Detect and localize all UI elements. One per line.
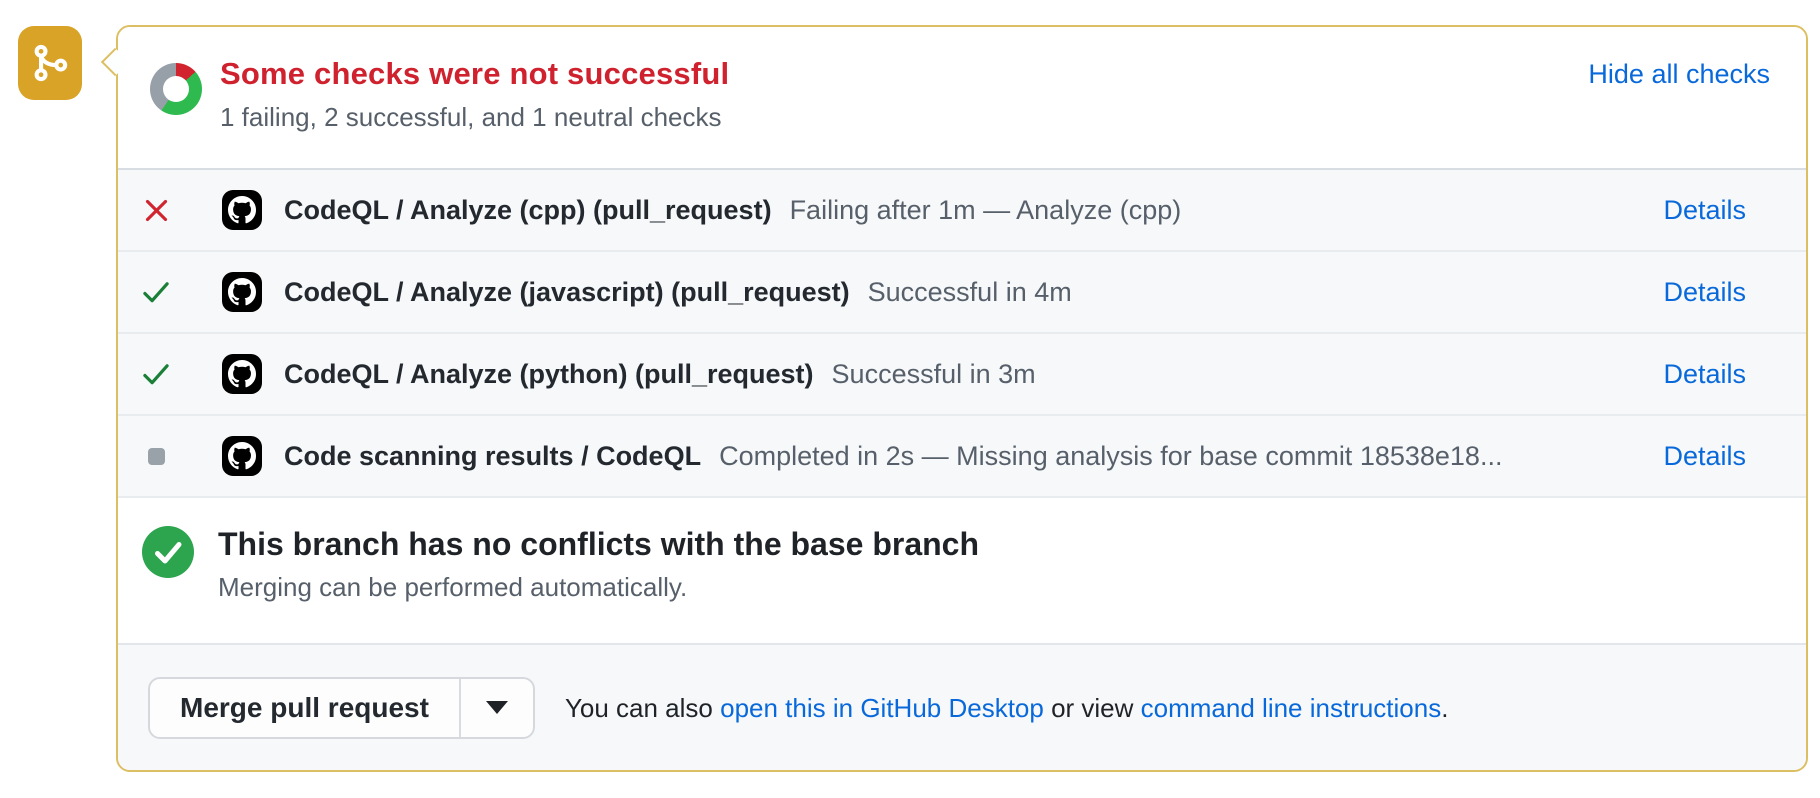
status-success (142, 362, 170, 387)
status-success (142, 280, 170, 305)
check-row-codeql-cpp: CodeQL / Analyze (cpp) (pull_request) Fa… (118, 170, 1806, 252)
merge-button-group: Merge pull request (148, 676, 535, 739)
checks-status-title: Some checks were not successful (220, 56, 730, 91)
alt-suffix-text: . (1441, 692, 1449, 723)
check-details-link[interactable]: Details (1643, 359, 1746, 390)
check-icon (143, 281, 169, 302)
check-name: CodeQL / Analyze (cpp) (pull_request) (284, 194, 772, 225)
check-glyph (155, 542, 182, 564)
x-icon (145, 199, 167, 221)
git-merge-icon (34, 44, 68, 82)
check-details-link[interactable]: Details (1643, 195, 1746, 226)
check-name: CodeQL / Analyze (javascript) (pull_requ… (284, 276, 850, 307)
checks-status-summary: 1 failing, 2 successful, and 1 neutral c… (220, 102, 722, 132)
caret-down-icon (485, 701, 508, 714)
check-name: CodeQL / Analyze (python) (pull_request) (284, 358, 814, 389)
status-neutral (142, 447, 170, 465)
check-description: Completed in 2s — Missing analysis for b… (719, 440, 1503, 471)
alt-middle-text: or view (1043, 692, 1141, 723)
checks-donut (150, 63, 202, 115)
checks-header-text: Some checks were not successful 1 failin… (220, 56, 730, 133)
check-row-codeql-python: CodeQL / Analyze (python) (pull_request)… (118, 334, 1806, 416)
merge-status-subtitle: Merging can be performed automatically. (218, 572, 688, 602)
check-details-link[interactable]: Details (1643, 441, 1746, 472)
github-octocat-icon (228, 196, 256, 224)
merge-action-bar: Merge pull request You can also open thi… (118, 645, 1806, 770)
checks-list: CodeQL / Analyze (cpp) (pull_request) Fa… (118, 170, 1806, 498)
github-desktop-link[interactable]: open this in GitHub Desktop (720, 693, 1044, 723)
github-octocat-icon (228, 360, 256, 388)
github-actions-avatar (222, 272, 262, 312)
check-name: Code scanning results / CodeQL (284, 440, 702, 471)
check-details-link[interactable]: Details (1643, 277, 1746, 308)
check-icon (143, 363, 169, 384)
check-row-codeql-javascript: CodeQL / Analyze (javascript) (pull_requ… (118, 252, 1806, 334)
square-fill-icon (147, 447, 165, 465)
merge-timeline-badge (18, 26, 82, 100)
check-description: Failing after 1m — Analyze (cpp) (789, 194, 1182, 225)
merge-status-title: This branch has no conflicts with the ba… (218, 526, 980, 562)
github-actions-avatar (222, 190, 262, 230)
check-circle-icon (142, 526, 194, 578)
merge-alternatives-text: You can also open this in GitHub Desktop… (565, 692, 1449, 724)
merge-options-dropdown-button[interactable] (461, 679, 533, 737)
check-row-code-scanning: Code scanning results / CodeQL Completed… (118, 416, 1806, 498)
status-failing (142, 197, 170, 224)
merge-box: Some checks were not successful 1 failin… (116, 25, 1808, 772)
alt-prefix-text: You can also (564, 692, 721, 723)
merge-status-section: This branch has no conflicts with the ba… (118, 498, 1806, 645)
merge-pull-request-button[interactable]: Merge pull request (150, 678, 461, 737)
check-description: Successful in 4m (867, 276, 1072, 307)
github-octocat-icon (228, 442, 256, 470)
checks-header: Some checks were not successful 1 failin… (118, 27, 1806, 170)
command-line-instructions-link[interactable]: command line instructions (1141, 693, 1442, 723)
github-actions-avatar (222, 354, 262, 394)
hide-all-checks-link[interactable]: Hide all checks (1588, 57, 1770, 91)
github-octocat-icon (228, 278, 256, 306)
github-actions-avatar (222, 436, 262, 476)
merge-status-text: This branch has no conflicts with the ba… (218, 526, 979, 602)
check-description: Successful in 3m (831, 358, 1036, 389)
